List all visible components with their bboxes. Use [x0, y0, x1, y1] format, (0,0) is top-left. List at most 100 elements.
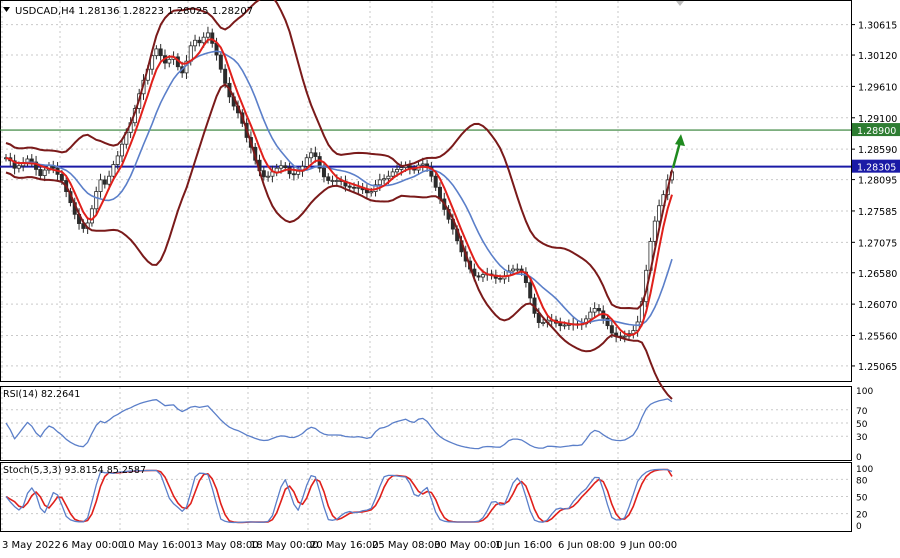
candle-body	[218, 54, 223, 70]
candle-body	[657, 205, 662, 222]
y-tick-label: 1.29610	[858, 82, 897, 93]
candle-body	[377, 179, 382, 186]
stoch-tick-label: 0	[856, 522, 862, 532]
candle-body	[395, 169, 400, 173]
candle-body	[94, 191, 99, 210]
candle-body	[382, 178, 387, 181]
candle-body	[98, 179, 103, 192]
y-tick-label: 1.25065	[858, 362, 897, 373]
candle-body	[498, 277, 503, 280]
candle-body	[420, 163, 425, 166]
candle-body	[59, 173, 64, 181]
candle-body	[399, 167, 404, 170]
x-tick-label: 13 May 08:00	[190, 540, 259, 551]
candle-body	[313, 152, 318, 157]
candle-body	[193, 39, 198, 47]
candle-body	[111, 164, 116, 177]
candle-body	[541, 322, 546, 324]
x-tick-label: 20 May 16:00	[310, 540, 379, 551]
candle-body	[120, 143, 125, 157]
candle-body	[201, 36, 206, 44]
candle-body	[16, 165, 21, 169]
candle-body	[386, 175, 391, 180]
candle-body	[321, 167, 326, 178]
x-tick-label: 6 May 00:00	[62, 540, 124, 551]
candle-body	[291, 173, 296, 176]
y-tick-label: 1.30615	[858, 21, 897, 32]
candle-body	[89, 208, 94, 224]
candle-body	[154, 48, 159, 57]
y-tick-label: 1.26580	[858, 269, 897, 280]
chart-header-label: USDCAD,H4 1.28136 1.28223 1.28025 1.2820…	[15, 6, 253, 17]
y-tick-label: 1.30120	[858, 51, 897, 62]
chart-shift-icon	[676, 1, 684, 6]
main-pane-frame	[0, 0, 852, 382]
chart-area[interactable]: 3 May 2022 6 May 00:00 10 May 16:00 13 May …	[0, 0, 900, 554]
candle-body	[304, 157, 309, 167]
rsi-label: RSI(14) 82.2641	[3, 389, 80, 400]
x-tick-label: 25 May 08:00	[372, 540, 441, 551]
rsi-tick-label: 70	[856, 407, 868, 417]
candle-body	[511, 268, 516, 272]
y-tick-label: 1.27075	[858, 238, 897, 249]
rsi-tick-label: 100	[856, 387, 873, 397]
candle-body	[283, 165, 288, 168]
candle-body	[369, 191, 374, 194]
candle-body	[205, 32, 210, 38]
rsi-tick-label: 50	[856, 420, 868, 430]
candle-body	[158, 48, 163, 57]
x-tick-label: 18 May 00:00	[250, 540, 319, 551]
candle-body	[326, 176, 331, 181]
candle-body	[515, 268, 520, 271]
signal-arrow-head	[675, 134, 685, 147]
bollinger-lower-band	[5, 83, 673, 400]
y-tick-label: 1.25560	[858, 331, 897, 342]
candle-body	[278, 165, 283, 169]
candle-body	[102, 179, 107, 185]
candle-body	[223, 68, 228, 84]
x-tick-label: 30 May 00:00	[434, 540, 503, 551]
y-tick-label: 1.28095	[858, 176, 897, 187]
candle-body	[309, 152, 314, 159]
stoch-tick-label: 100	[856, 465, 873, 475]
level-price-label: 1.28900	[857, 126, 896, 137]
x-tick-label: 10 May 16:00	[122, 540, 191, 551]
moving-average-slow	[5, 50, 673, 327]
candle-body	[480, 274, 485, 278]
candle-body	[592, 308, 597, 313]
candle-body	[562, 324, 567, 327]
candle-body	[476, 275, 481, 278]
x-tick-label: 9 Jun 00:00	[620, 540, 677, 551]
rsi-tick-label: 30	[856, 433, 868, 443]
y-tick-label: 1.27585	[858, 207, 897, 218]
candle-body	[330, 180, 335, 182]
candle-body	[115, 155, 120, 165]
stoch-tick-label: 50	[856, 494, 868, 504]
stoch-signal-line	[5, 468, 673, 524]
candle-body	[596, 308, 601, 312]
bollinger-upper-band	[5, 0, 673, 310]
candle-body	[622, 335, 627, 338]
stoch-tick-label: 20	[856, 511, 868, 521]
candle-body	[266, 175, 271, 178]
level-price-label: 1.28305	[857, 163, 896, 174]
stoch-tick-label: 80	[856, 476, 868, 486]
candle-body	[167, 58, 172, 64]
candle-body	[352, 186, 357, 189]
signal-arrow-shaft	[671, 141, 682, 169]
header-dropdown-icon	[3, 7, 10, 12]
candle-body	[528, 282, 533, 299]
candle-body	[197, 39, 202, 44]
stoch-label: Stoch(5,3,3) 93.8154 85.2587	[3, 465, 146, 476]
candle-body	[296, 170, 301, 175]
candle-body	[334, 180, 339, 182]
candle-body	[652, 220, 657, 242]
candle-body	[42, 169, 47, 176]
candle-body	[347, 185, 352, 188]
x-tick-label: 6 Jun 08:00	[558, 540, 615, 551]
candle-body	[107, 175, 112, 185]
rsi-line	[5, 398, 673, 450]
y-tick-label: 1.26070	[858, 300, 897, 311]
rsi-tick-label: 0	[856, 453, 862, 463]
y-tick-label: 1.28590	[858, 145, 897, 156]
